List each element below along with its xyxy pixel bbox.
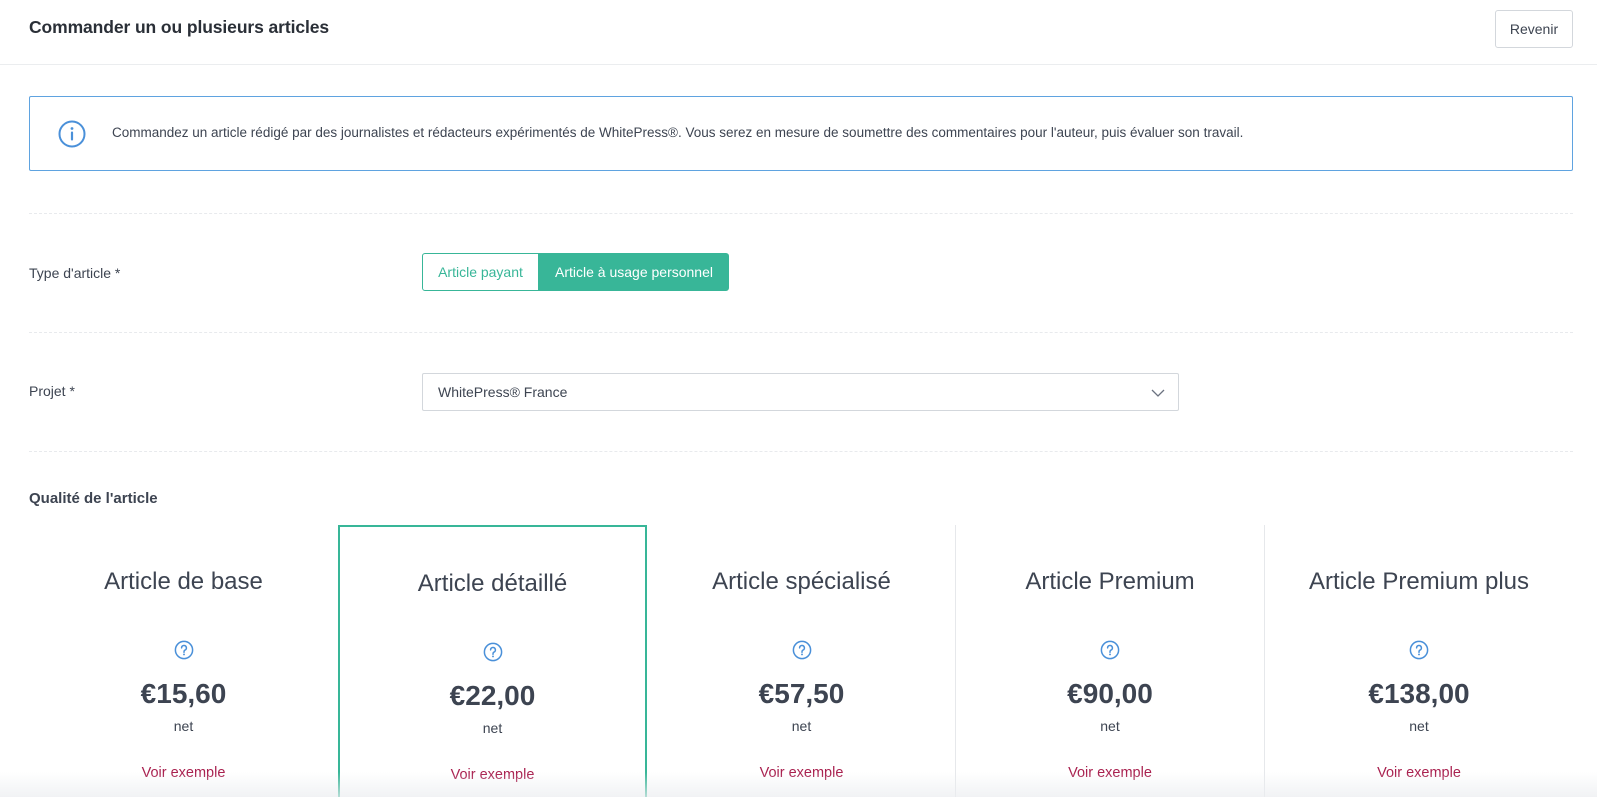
quality-cards: Article de base €15,60 net Voir exemple … [29,525,1573,797]
see-example-link[interactable]: Voir exemple [340,767,645,783]
back-button[interactable]: Revenir [1495,10,1573,48]
card-price: €22,00 [449,680,536,711]
card-net-label: net [173,718,194,734]
help-icon[interactable] [1409,640,1429,660]
help-icon[interactable] [792,640,812,660]
article-type-toggle: Article payant Article à usage personnel [422,253,729,291]
card-net-label: net [1100,718,1120,734]
card-title: Article de base [104,568,263,595]
card-net-label: net [482,720,503,736]
page-header: Commander un ou plusieurs articles Reven… [0,0,1597,65]
card-net-label: net [791,718,812,734]
info-banner: Commandez un article rédigé par des jour… [29,96,1573,171]
card-title: Article détaillé [417,570,568,597]
quality-section-title: Qualité de l'article [29,490,158,507]
project-select[interactable]: WhitePress® France [422,373,1179,411]
info-circle-icon [58,120,86,148]
quality-card-premium[interactable]: Article Premium €90,00 net Voir exemple [955,525,1264,797]
card-net-label: net [1409,718,1429,734]
divider [29,451,1573,452]
help-icon[interactable] [1100,640,1120,660]
info-text: Commandez un article rédigé par des jour… [112,125,1244,140]
article-type-personal-option[interactable]: Article à usage personnel [539,253,729,291]
project-label: Projet * [29,383,75,399]
card-title: Article spécialisé [712,568,891,595]
see-example-link[interactable]: Voir exemple [29,765,338,781]
card-price: €57,50 [758,678,845,709]
page-title: Commander un ou plusieurs articles [29,17,330,37]
card-price: €15,60 [140,678,227,709]
card-price: €90,00 [1067,678,1153,709]
quality-card-detailed[interactable]: Article détaillé €22,00 net Voir exemple [338,525,647,797]
help-icon[interactable] [483,642,503,662]
card-price: €138,00 [1368,678,1470,709]
card-title: Article Premium [1025,568,1195,595]
article-type-label: Type d'article * [29,265,121,281]
quality-card-premium-plus[interactable]: Article Premium plus €138,00 net Voir ex… [1264,525,1573,797]
divider [29,332,1573,333]
card-title: Article Premium plus [1308,568,1530,595]
help-icon[interactable] [174,640,194,660]
chevron-down-icon [1151,389,1165,397]
project-selected-value: WhitePress® France [438,384,568,400]
quality-card-specialized[interactable]: Article spécialisé €57,50 net Voir exemp… [647,525,956,797]
article-type-paid-option[interactable]: Article payant [422,253,539,291]
see-example-link[interactable]: Voir exemple [956,765,1264,781]
see-example-link[interactable]: Voir exemple [1265,765,1573,781]
quality-card-basic[interactable]: Article de base €15,60 net Voir exemple [29,525,338,797]
divider [29,213,1573,214]
see-example-link[interactable]: Voir exemple [647,765,956,781]
